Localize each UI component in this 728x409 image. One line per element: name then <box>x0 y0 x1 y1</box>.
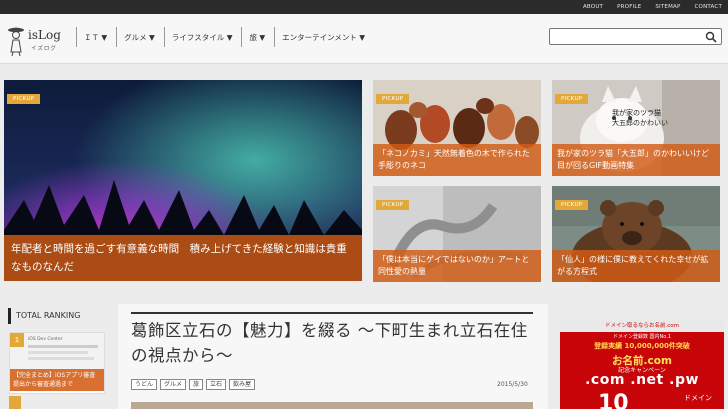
feature-card-wooden-cats[interactable]: PICKUP 「ネコノカミ」天然無着色の木で作られた手彫りのネコ <box>373 80 541 176</box>
ranking-title: TOTAL RANKING <box>8 308 108 324</box>
article-title[interactable]: 葛飾区立石の【魅力】を綴る 〜下町生まれ立石在住の視点から〜 <box>131 318 536 368</box>
main-nav: ＩＴ ▼ グルメ ▼ ライフスタイル ▼ 旅 ▼ エンターテインメント ▼ <box>76 27 374 47</box>
article-tags: うどん グルメ 旅 立石 飲み屋 <box>131 379 256 390</box>
search-icon[interactable] <box>705 31 717 43</box>
pickup-badge: PICKUP <box>555 200 589 210</box>
feature-card-bear[interactable]: PICKUP 「仙人」の様に僕に教えてくれた幸せが拡がる方程式 <box>552 186 720 282</box>
site-logo[interactable]: isLog <box>28 28 61 42</box>
feature-card-cat-gif[interactable]: 我が家のツラ猫 大五郎のかわいい PICKUP 我が家のツラ猫「大五郎」のかわい… <box>552 80 720 176</box>
tag-tateishi[interactable]: 立石 <box>206 379 227 390</box>
top-links: ABOUT PROFILE SITEMAP CONTACT <box>583 0 722 14</box>
search-input[interactable] <box>550 34 700 50</box>
nav-item-it[interactable]: ＩＴ ▼ <box>76 27 116 47</box>
ranking-thumbnail: iOS Dev Center <box>10 333 104 369</box>
nav-item-lifestyle[interactable]: ライフスタイル ▼ <box>163 27 242 47</box>
ad-domain-word: ドメイン <box>684 394 712 402</box>
feature-caption[interactable]: 「仙人」の様に僕に教えてくれた幸せが拡がる方程式 <box>552 250 720 282</box>
feature-card-art[interactable]: PICKUP 「僕は本当にゲイではないのか」アートと同性愛の熱量 <box>373 186 541 282</box>
top-link-contact[interactable]: CONTACT <box>695 4 722 10</box>
top-link-about[interactable]: ABOUT <box>583 4 603 10</box>
article-image <box>131 402 533 409</box>
ranking-caption[interactable]: 【完全まとめ】iOSアプリ審査提出から審査通過まで <box>10 369 104 391</box>
tag-travel[interactable]: 旅 <box>189 379 204 390</box>
tag-gourmet[interactable]: グルメ <box>160 379 187 390</box>
top-bar: ABOUT PROFILE SITEMAP CONTACT <box>0 0 728 14</box>
top-link-sitemap[interactable]: SITEMAP <box>655 4 680 10</box>
article-date: 2015/5/30 <box>497 381 528 388</box>
feature-card-aurora[interactable]: PICKUP 年配者と時間を過ごす有意義な時間 積み上げてきた経験と知識は貴重な… <box>4 80 362 281</box>
rank-number-badge-2 <box>9 396 21 409</box>
top-link-profile[interactable]: PROFILE <box>617 4 641 10</box>
pickup-badge: PICKUP <box>376 200 410 210</box>
logo-figure-icon[interactable] <box>7 26 25 56</box>
pickup-badge: PICKUP <box>7 94 41 104</box>
nav-item-gourmet[interactable]: グルメ ▼ <box>116 27 164 47</box>
ad-top-text: ドメイン取るならお名前.com <box>560 320 724 332</box>
nav-item-travel[interactable]: 旅 ▼ <box>241 27 274 47</box>
ad-line-1: ドメイン登録数 国内No.1 <box>612 334 672 340</box>
feature-caption[interactable]: 年配者と時間を過ごす有意義な時間 積み上げてきた経験と知識は貴重なものなんだ <box>4 235 362 281</box>
rank-number-badge: 1 <box>10 333 24 347</box>
site-logo-subtitle: イズログ <box>31 46 57 52</box>
ranking-item[interactable]: iOS Dev Center 1 【完全まとめ】iOSアプリ審査提出から審査通過… <box>9 332 105 394</box>
search-box <box>549 28 722 50</box>
tag-izakaya[interactable]: 飲み屋 <box>229 379 256 390</box>
ad-big-number: 10 <box>598 391 629 409</box>
feature-caption[interactable]: 我が家のツラ猫「大五郎」のかわいいけど目が回るGIF動画特集 <box>552 144 720 176</box>
cat-image-overlay-text: 我が家のツラ猫 大五郎のかわいい <box>612 109 668 127</box>
ad-banner[interactable]: ドメイン取るならお名前.com ドメイン登録数 国内No.1 登録実績 10,0… <box>560 320 724 409</box>
pickup-badge: PICKUP <box>555 94 589 104</box>
article-divider <box>131 312 533 314</box>
ranking-thumb-text: iOS Dev Center <box>28 337 63 342</box>
feature-caption[interactable]: 「ネコノカミ」天然無着色の木で作られた手彫りのネコ <box>373 144 541 176</box>
nav-item-entertainment[interactable]: エンターテインメント ▼ <box>274 27 374 47</box>
tag-udon[interactable]: うどん <box>131 379 158 390</box>
feature-caption[interactable]: 「僕は本当にゲイではないのか」アートと同性愛の熱量 <box>373 250 541 282</box>
ad-line-2: 登録実績 10,000,000件突破 <box>594 342 690 350</box>
pickup-badge: PICKUP <box>376 94 410 104</box>
ad-domains: .com .net .pw <box>585 372 699 388</box>
